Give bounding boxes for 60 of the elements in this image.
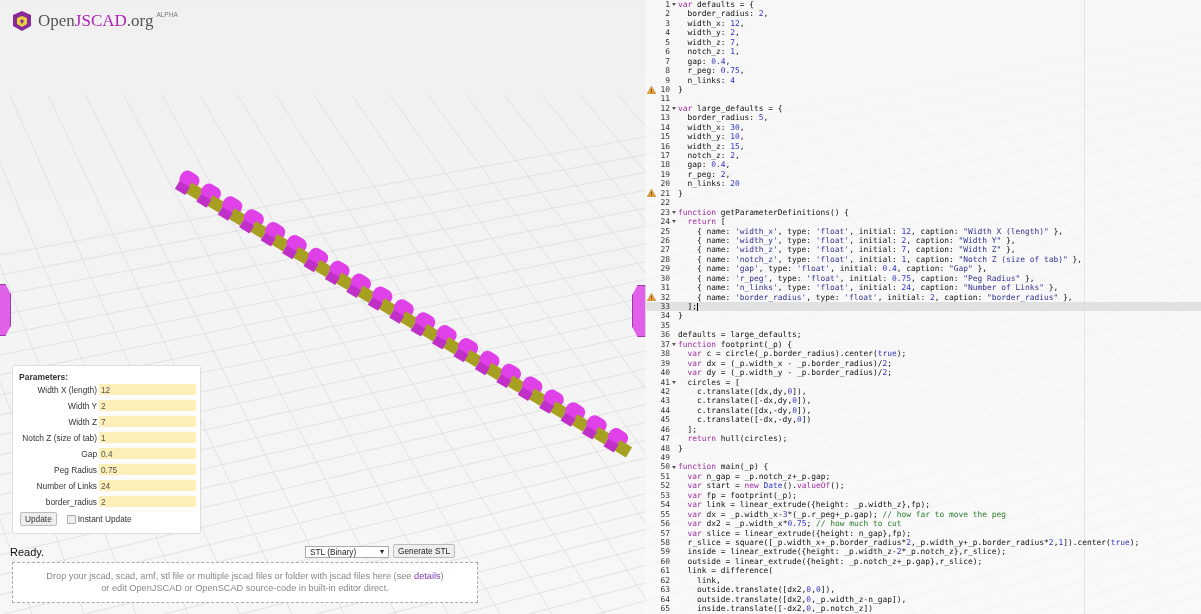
chain-link-drawing — [603, 425, 633, 458]
input-field[interactable]: 2 — [99, 496, 196, 507]
chain-link-drawing — [517, 374, 547, 406]
input-field[interactable]: 2 — [99, 400, 196, 411]
input-field[interactable]: 7 — [99, 416, 196, 427]
chain-link-drawing — [324, 258, 354, 291]
field-label: Notch Z (size of tab) — [21, 432, 97, 443]
panel-handle[interactable] — [632, 285, 646, 337]
site-logo[interactable]: OpenJSCAD.org $^{ALPHA}$ — [38, 11, 178, 31]
chain-link-drawing — [474, 348, 504, 381]
chain-link-drawing — [282, 232, 311, 265]
chain-link-drawing — [196, 180, 225, 213]
fold-icon[interactable] — [672, 465, 676, 469]
details-link[interactable]: details — [414, 571, 441, 581]
chain-link-drawing — [260, 219, 290, 252]
chain-link-drawing — [346, 271, 375, 303]
chain-link-drawing — [239, 206, 268, 239]
generate-button[interactable]: Generate STL — [393, 544, 456, 558]
input-field[interactable]: 0.75 — [99, 464, 196, 475]
field-label: Width Z — [67, 416, 97, 427]
chain-link-drawing — [539, 386, 568, 419]
chain-link-drawing — [582, 412, 611, 445]
field-label: Peg Radius — [53, 464, 97, 475]
chain-link-drawing — [453, 335, 483, 368]
field-label: border_radius — [44, 496, 97, 507]
input-field[interactable]: 0.4 — [99, 448, 196, 459]
fold-icon[interactable] — [672, 220, 676, 224]
status-text: Ready. — [10, 546, 46, 558]
chain-link-drawing — [174, 168, 204, 200]
input-field[interactable]: 1 — [99, 432, 196, 443]
input-field[interactable]: 12 — [99, 384, 196, 395]
update-button[interactable]: Update — [20, 512, 57, 526]
chain-link-drawing — [367, 283, 397, 316]
field-label: Width Y — [67, 400, 97, 411]
fold-icon[interactable] — [672, 210, 676, 214]
checkbox[interactable] — [66, 514, 76, 524]
drop-instructions: Drop your jscad, scad, amf, stl file or multiple jscad files or folder with jscad files here (see details) — [46, 570, 444, 582]
field-label: Width X (length) — [36, 384, 97, 395]
caret-icon — [380, 550, 384, 554]
chain-link-drawing — [303, 245, 333, 278]
drop-instructions: or edit OpenJSCAD or OpenSCAD source-code in built-in editor direct. — [101, 582, 389, 594]
chain-link-drawing — [389, 296, 418, 329]
cube-logo-icon — [11, 10, 33, 32]
fold-icon[interactable] — [672, 342, 676, 346]
chain-link-drawing — [560, 399, 590, 432]
chain-link-drawing — [217, 193, 247, 226]
chain-link-drawing — [432, 322, 461, 355]
text-cursor — [697, 302, 698, 311]
fold-icon[interactable] — [672, 380, 676, 384]
checkbox-label: Instant Update — [77, 514, 132, 524]
fold-icon[interactable] — [672, 3, 676, 7]
panel-handle[interactable] — [0, 284, 11, 336]
format-select[interactable]: STL (Binary) — [305, 546, 389, 558]
fold-icon[interactable] — [672, 107, 676, 111]
field-label: Gap — [80, 448, 97, 459]
input-field[interactable]: 24 — [99, 480, 196, 491]
field-label: Number of Links — [35, 480, 97, 491]
chain-link-drawing — [410, 309, 440, 342]
panel-title: Parameters: — [18, 372, 70, 382]
chain-link-drawing — [496, 361, 525, 394]
